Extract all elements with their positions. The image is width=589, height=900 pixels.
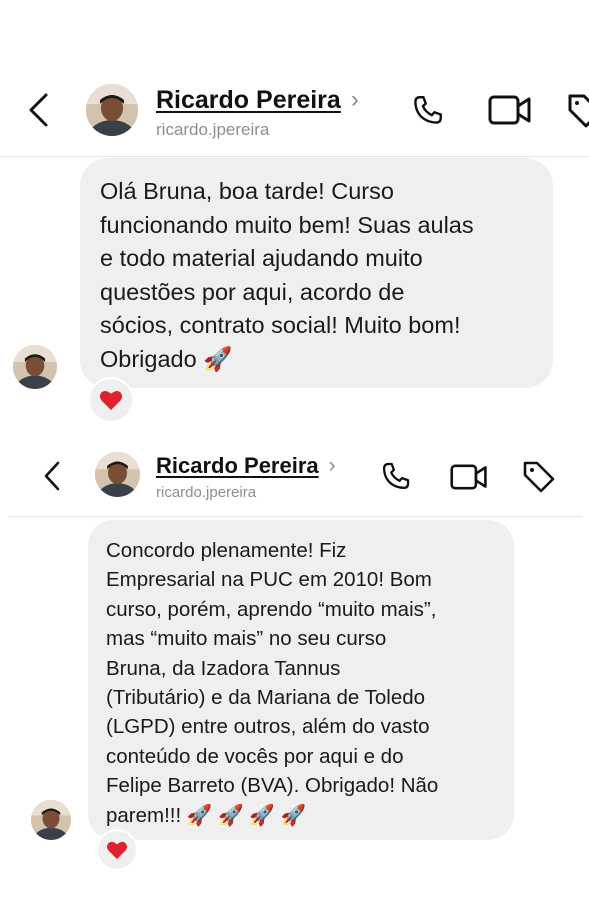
reaction-badge[interactable] bbox=[88, 377, 134, 423]
heart-icon bbox=[106, 841, 128, 860]
avatar-photo bbox=[95, 452, 140, 497]
contact-name[interactable]: Ricardo Pereira bbox=[156, 453, 319, 479]
sender-avatar[interactable] bbox=[31, 800, 71, 840]
back-arrow-icon[interactable] bbox=[26, 92, 52, 133]
avatar-photo bbox=[86, 84, 138, 136]
video-camera-icon[interactable] bbox=[450, 461, 488, 493]
phone-icon[interactable] bbox=[410, 92, 446, 128]
chevron-right-icon[interactable]: › bbox=[351, 86, 359, 114]
avatar-photo bbox=[13, 345, 57, 389]
contact-handle: ricardo.jpereira bbox=[156, 120, 270, 139]
reaction-badge[interactable] bbox=[96, 829, 138, 871]
tag-icon[interactable] bbox=[522, 459, 556, 493]
avatar[interactable] bbox=[86, 84, 138, 136]
avatar-photo bbox=[31, 800, 71, 840]
phone-icon[interactable] bbox=[379, 459, 413, 493]
header-divider bbox=[8, 516, 582, 517]
contact-name[interactable]: Ricardo Pereira bbox=[156, 86, 341, 115]
heart-icon bbox=[99, 391, 123, 410]
back-arrow-icon[interactable] bbox=[42, 461, 62, 496]
header-divider bbox=[0, 156, 589, 157]
contact-handle: ricardo.jpereira bbox=[156, 484, 257, 501]
tag-icon[interactable] bbox=[566, 90, 589, 128]
message-bubble[interactable]: Olá Bruna, boa tarde! Curso funcionando … bbox=[80, 158, 553, 388]
message-bubble[interactable]: Concordo plenamente! Fiz Empresarial na … bbox=[88, 520, 514, 840]
chevron-right-icon[interactable]: › bbox=[329, 454, 336, 478]
avatar[interactable] bbox=[95, 452, 140, 497]
sender-avatar[interactable] bbox=[13, 345, 57, 389]
video-camera-icon[interactable] bbox=[488, 92, 532, 128]
